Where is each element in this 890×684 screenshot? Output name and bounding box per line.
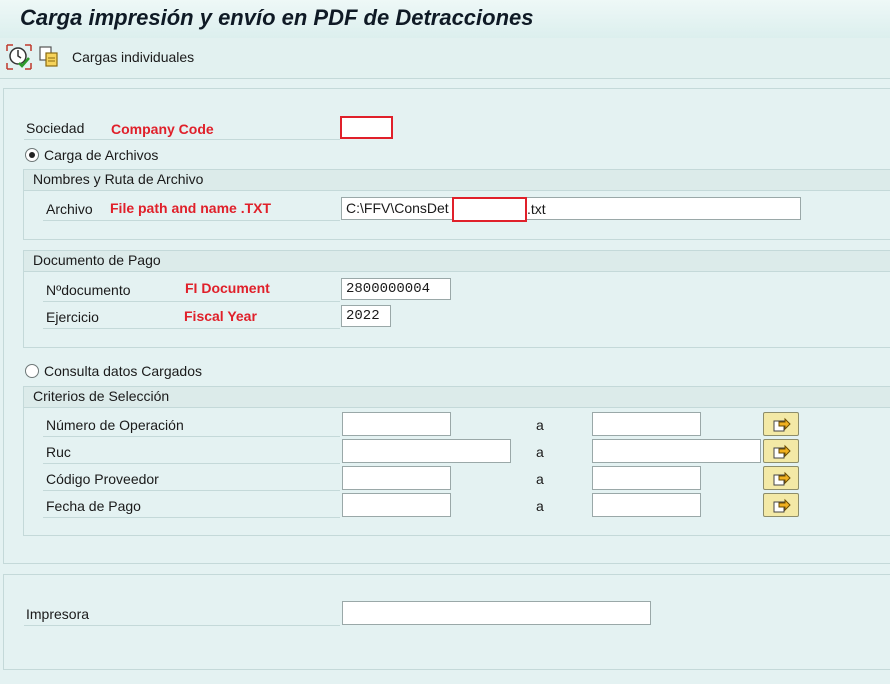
multiple-selection-button[interactable] bbox=[763, 412, 799, 436]
codigo-proveedor-label: Código Proveedor bbox=[46, 471, 159, 487]
archivo-annotation: File path and name .TXT bbox=[110, 200, 272, 216]
row-underline bbox=[24, 139, 340, 140]
consulta-datos-radio[interactable] bbox=[25, 364, 39, 378]
row-underline bbox=[43, 463, 340, 464]
row-underline bbox=[24, 625, 340, 626]
fi-document-annotation: FI Document bbox=[185, 280, 270, 296]
to-label: a bbox=[536, 444, 544, 460]
fecha-pago-to-input[interactable] bbox=[592, 493, 701, 517]
row-underline bbox=[43, 436, 340, 437]
to-label: a bbox=[536, 471, 544, 487]
documento-pago-group: Documento de Pago bbox=[23, 250, 890, 348]
ndocumento-value: 2800000004 bbox=[346, 281, 431, 297]
group-title: Documento de Pago bbox=[33, 252, 161, 268]
to-label: a bbox=[536, 417, 544, 433]
ejercicio-value: 2022 bbox=[346, 308, 380, 324]
fiscal-year-annotation: Fiscal Year bbox=[184, 308, 257, 324]
multiple-selection-button[interactable] bbox=[763, 466, 799, 490]
codigo-proveedor-to-input[interactable] bbox=[592, 466, 701, 490]
carga-archivos-label: Carga de Archivos bbox=[44, 147, 159, 163]
title-bar: Carga impresión y envío en PDF de Detrac… bbox=[0, 0, 890, 39]
archivo-path-suffix: .txt bbox=[527, 201, 546, 217]
numero-operacion-label: Número de Operación bbox=[46, 417, 184, 433]
ejercicio-input[interactable]: 2022 bbox=[341, 305, 391, 327]
row-underline bbox=[43, 517, 340, 518]
execute-clock-check-icon[interactable] bbox=[6, 44, 32, 70]
row-underline bbox=[43, 490, 340, 491]
company-code-annotation: Company Code bbox=[111, 121, 214, 137]
copy-variant-icon[interactable] bbox=[38, 44, 64, 70]
ejercicio-label: Ejercicio bbox=[46, 309, 99, 325]
application-toolbar: Cargas individuales bbox=[0, 38, 890, 79]
carga-archivos-radio[interactable] bbox=[25, 148, 39, 162]
numero-operacion-from-input[interactable] bbox=[342, 412, 451, 436]
row-underline bbox=[43, 301, 340, 302]
multiple-selection-arrow-icon bbox=[773, 444, 791, 459]
archivo-label: Archivo bbox=[46, 201, 93, 217]
group-header: Criterios de Selección bbox=[24, 387, 890, 408]
sociedad-input[interactable] bbox=[340, 116, 393, 139]
to-label: a bbox=[536, 498, 544, 514]
ndocumento-input[interactable]: 2800000004 bbox=[341, 278, 451, 300]
fecha-pago-label: Fecha de Pago bbox=[46, 498, 141, 514]
page-title: Carga impresión y envío en PDF de Detrac… bbox=[20, 5, 534, 30]
archivo-path-input[interactable]: C:\FFV\ConsDet bbox=[341, 197, 801, 220]
impresora-label: Impresora bbox=[26, 606, 90, 622]
multiple-selection-button[interactable] bbox=[763, 439, 799, 463]
consulta-datos-label: Consulta datos Cargados bbox=[44, 363, 202, 379]
cargas-individuales-button[interactable]: Cargas individuales bbox=[72, 49, 194, 65]
multiple-selection-button[interactable] bbox=[763, 493, 799, 517]
row-underline bbox=[43, 328, 340, 329]
ruc-to-input[interactable] bbox=[592, 439, 761, 463]
ruc-from-input[interactable] bbox=[342, 439, 511, 463]
numero-operacion-to-input[interactable] bbox=[592, 412, 701, 436]
impresora-input[interactable] bbox=[342, 601, 651, 625]
archivo-path-prefix: C:\FFV\ConsDet bbox=[346, 200, 449, 216]
row-underline bbox=[43, 220, 340, 221]
multiple-selection-arrow-icon bbox=[773, 471, 791, 486]
fecha-pago-from-input[interactable] bbox=[342, 493, 451, 517]
sociedad-label: Sociedad bbox=[26, 120, 85, 136]
ndocumento-label: Nºdocumento bbox=[46, 282, 131, 298]
file-name-highlight bbox=[452, 197, 527, 222]
codigo-proveedor-from-input[interactable] bbox=[342, 466, 451, 490]
multiple-selection-arrow-icon bbox=[773, 498, 791, 513]
ruc-label: Ruc bbox=[46, 444, 71, 460]
multiple-selection-arrow-icon bbox=[773, 417, 791, 432]
group-header: Nombres y Ruta de Archivo bbox=[24, 170, 890, 191]
group-title: Nombres y Ruta de Archivo bbox=[33, 171, 204, 187]
group-header: Documento de Pago bbox=[24, 251, 890, 272]
group-title: Criterios de Selección bbox=[33, 388, 170, 404]
